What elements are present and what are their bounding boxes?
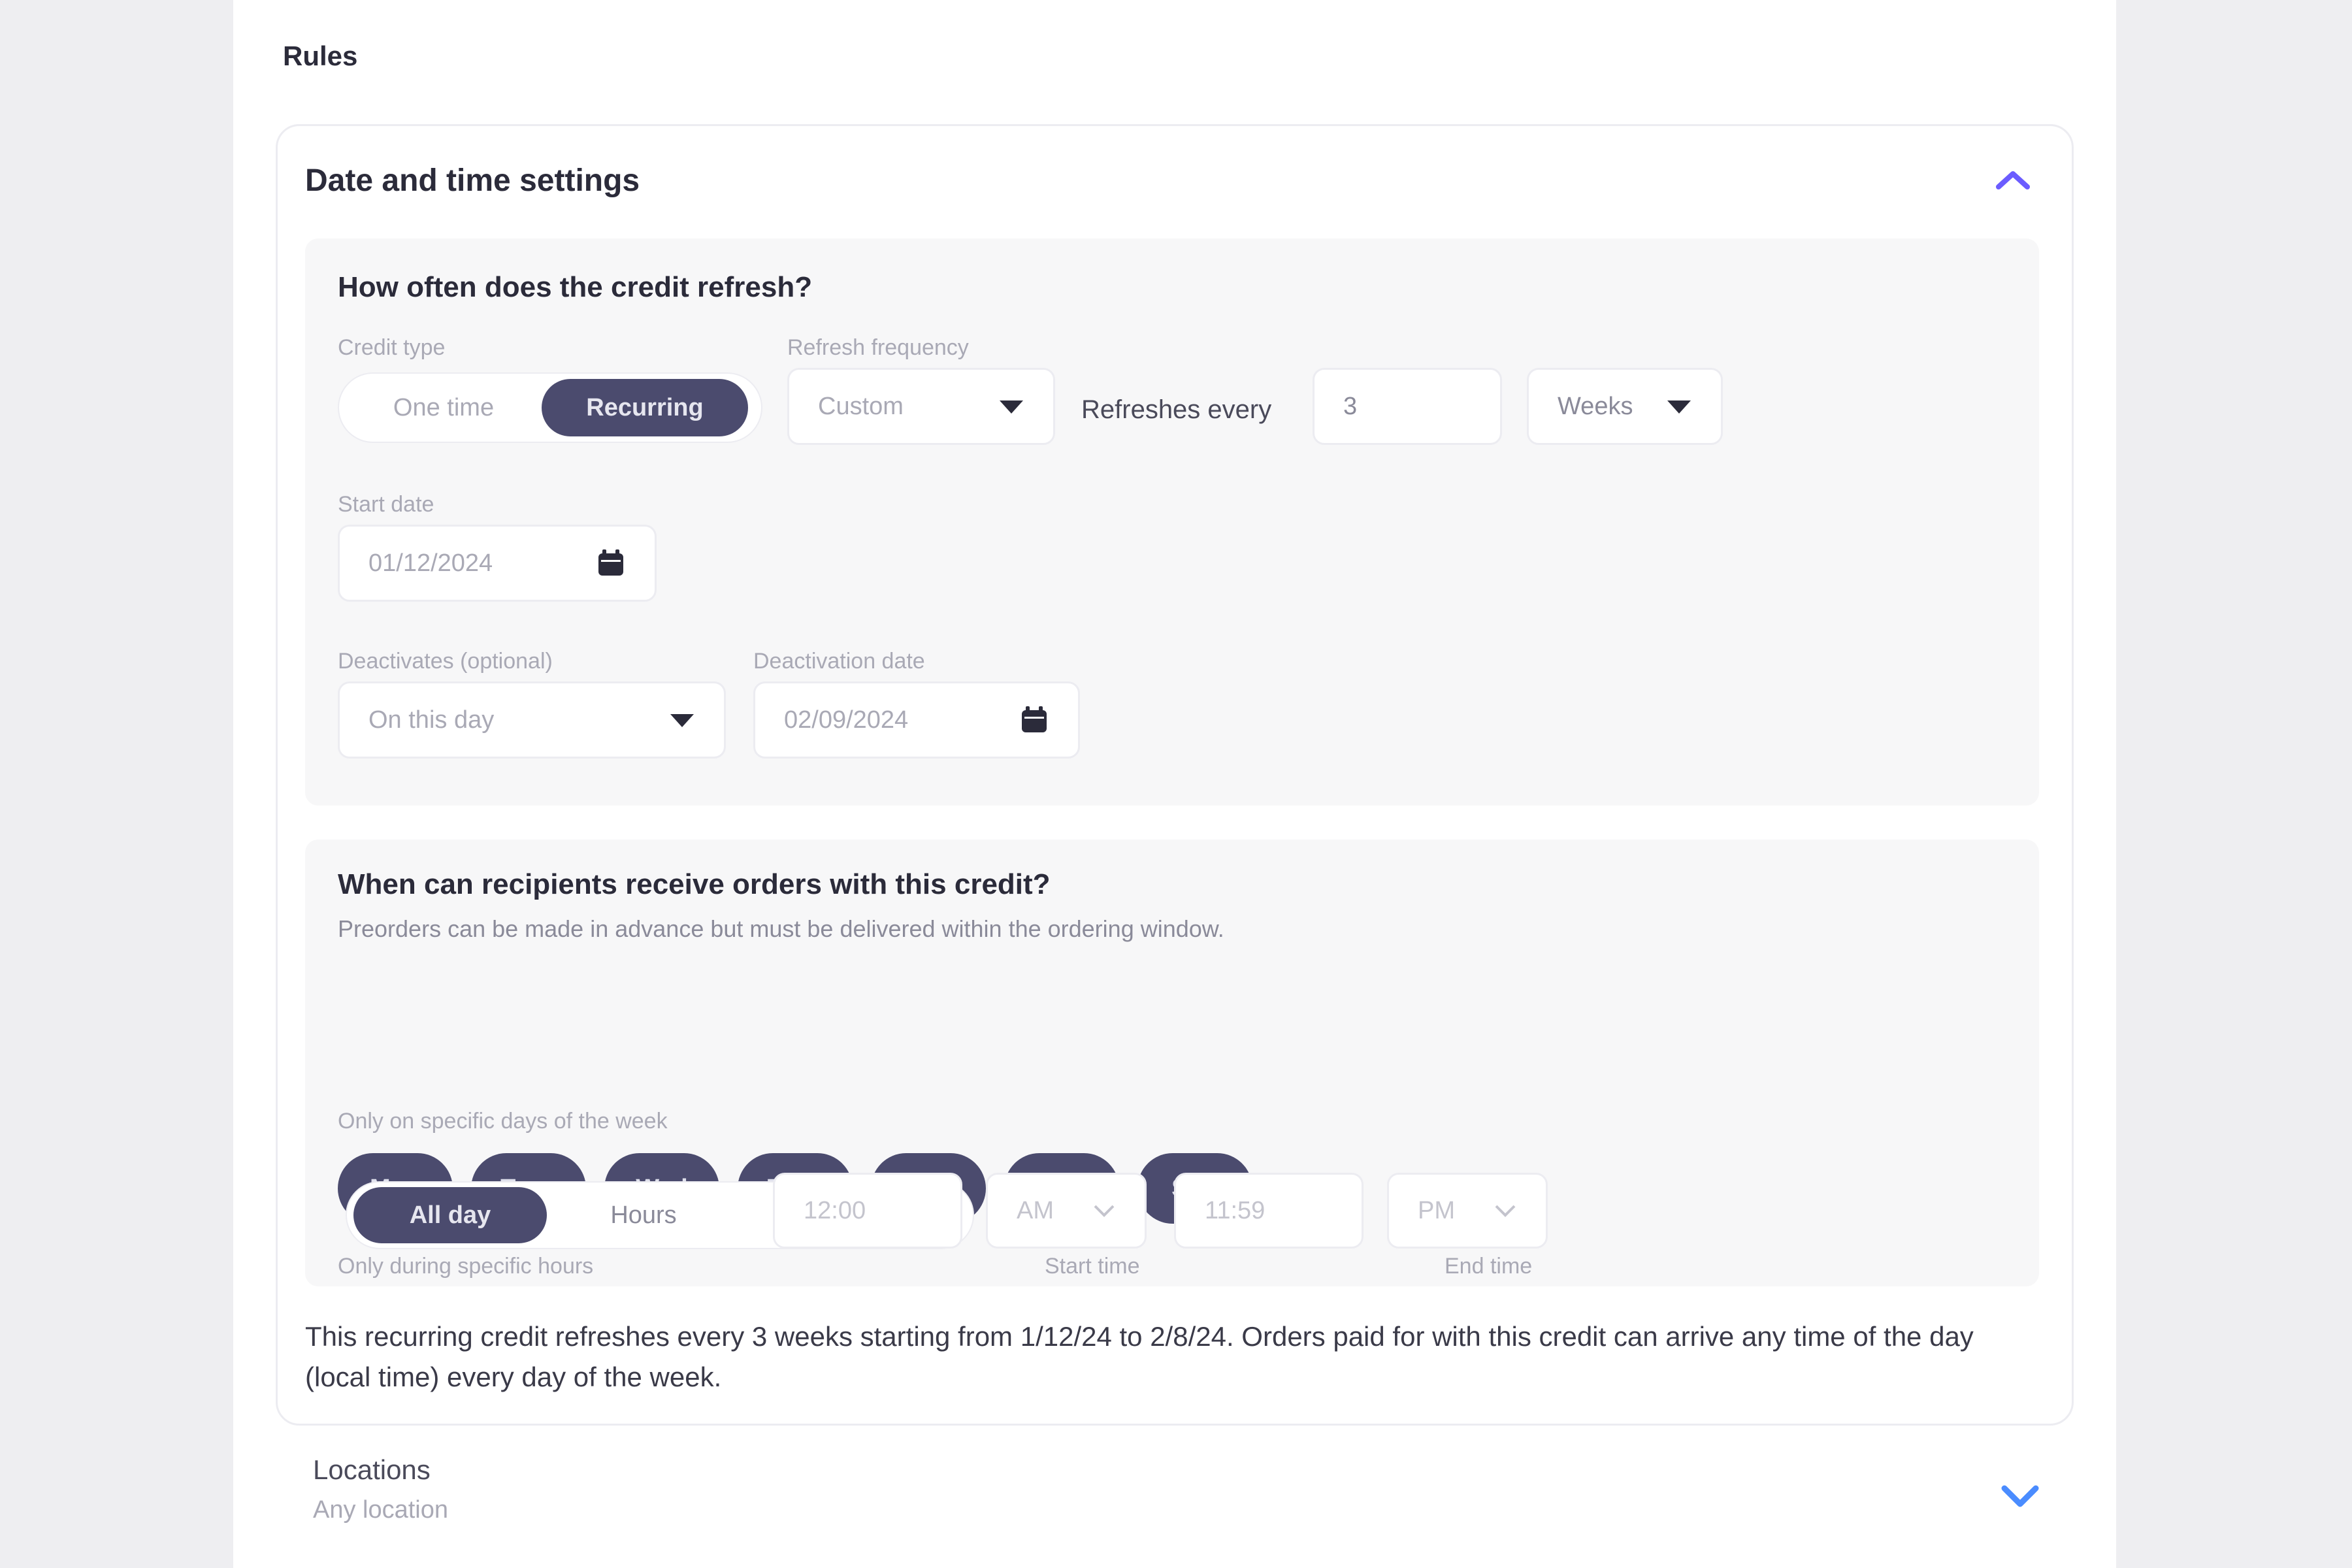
deactivates-value: On this day	[368, 706, 495, 734]
collapse-chevron-up-icon[interactable]	[1993, 167, 2033, 193]
rules-title: Rules	[283, 41, 358, 71]
start-date-value: 01/12/2024	[368, 549, 493, 577]
credit-type-one-time[interactable]: One time	[346, 379, 542, 436]
chevron-down-icon	[1494, 1203, 1517, 1218]
refresh-frequency-select[interactable]: Custom	[787, 368, 1055, 445]
hours-specific[interactable]: Hours	[547, 1187, 740, 1243]
end-time-input[interactable]: 11:59	[1174, 1173, 1364, 1249]
refresh-frequency-value: Custom	[818, 392, 904, 420]
calendar-icon[interactable]	[1019, 705, 1049, 735]
locations-subtitle: Any location	[313, 1496, 449, 1524]
deactivates-label: Deactivates (optional)	[338, 649, 553, 674]
start-time-label: Start time	[1045, 1254, 1140, 1279]
start-date-input[interactable]: 01/12/2024	[338, 525, 657, 602]
deactivation-date-label: Deactivation date	[753, 649, 925, 674]
date-time-settings-title: Date and time settings	[305, 163, 640, 198]
start-time-input[interactable]: 12:00	[773, 1173, 962, 1249]
refreshes-every-input[interactable]: 3	[1313, 368, 1502, 445]
rules-panel: Rules Date and time settings How often d…	[233, 0, 2116, 1568]
refreshes-every-label: Refreshes every	[1081, 395, 1272, 424]
credit-type-recurring[interactable]: Recurring	[542, 379, 748, 436]
caret-down-icon	[998, 398, 1024, 415]
end-time-label: End time	[1445, 1254, 1533, 1279]
start-time-placeholder: 12:00	[804, 1196, 866, 1224]
period-select[interactable]: Weeks	[1527, 368, 1723, 445]
ordering-window-question: When can recipients receive orders with …	[338, 868, 1051, 900]
specific-hours-label: Only during specific hours	[338, 1254, 594, 1279]
chevron-down-icon	[1092, 1203, 1116, 1218]
caret-down-icon	[1666, 398, 1692, 415]
end-ampm-select[interactable]: PM	[1387, 1173, 1548, 1249]
caret-down-icon	[669, 711, 695, 728]
calendar-icon[interactable]	[596, 548, 626, 578]
refreshes-every-value: 3	[1343, 392, 1358, 420]
hours-all-day[interactable]: All day	[353, 1187, 547, 1243]
period-value: Weeks	[1558, 392, 1633, 420]
refresh-frequency-label: Refresh frequency	[787, 335, 969, 360]
ordering-window-subtitle: Preorders can be made in advance but mus…	[338, 915, 1224, 942]
start-date-label: Start date	[338, 492, 434, 517]
end-time-placeholder: 11:59	[1205, 1196, 1266, 1224]
start-ampm-select[interactable]: AM	[986, 1173, 1147, 1249]
refresh-section: How often does the credit refresh? Credi…	[305, 238, 2039, 806]
credit-type-label: Credit type	[338, 335, 446, 360]
deactivation-date-input[interactable]: 02/09/2024	[753, 681, 1080, 759]
deactivation-date-value: 02/09/2024	[784, 706, 909, 734]
refresh-question: How often does the credit refresh?	[338, 271, 813, 303]
deactivates-select[interactable]: On this day	[338, 681, 726, 759]
credit-summary-text: This recurring credit refreshes every 3 …	[305, 1321, 1974, 1392]
days-of-week-label: Only on specific days of the week	[338, 1109, 668, 1134]
locations-title: Locations	[313, 1454, 431, 1485]
start-ampm-value: AM	[1017, 1196, 1054, 1224]
end-ampm-value: PM	[1418, 1196, 1455, 1224]
expand-chevron-down-icon[interactable]	[1999, 1482, 2041, 1511]
credit-type-toggle: One time Recurring	[338, 372, 762, 443]
